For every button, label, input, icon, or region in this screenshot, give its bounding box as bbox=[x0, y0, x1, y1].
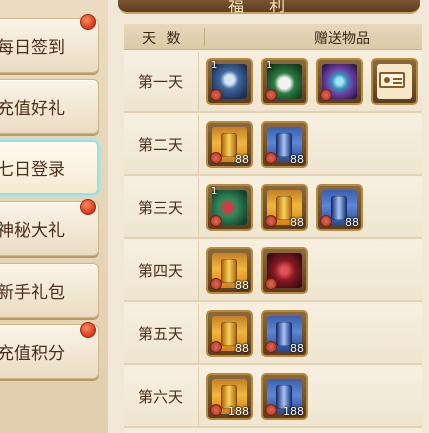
notification-badge bbox=[80, 322, 96, 338]
item-level: 1 bbox=[211, 186, 218, 197]
row-divider bbox=[198, 178, 199, 239]
gold-firework-icon[interactable]: 88 bbox=[206, 121, 253, 168]
sidebar-item-label: 充值积分 bbox=[0, 344, 65, 364]
sidebar-item-label: 每日签到 bbox=[0, 38, 65, 58]
seal-icon bbox=[210, 215, 222, 227]
sidebar-item-label: 神秘大礼 bbox=[0, 221, 65, 241]
sidebar-item-recharge-gift[interactable]: 充值好礼 bbox=[0, 79, 99, 134]
sidebar-item-newbie-pack[interactable]: 新手礼包 bbox=[0, 263, 99, 318]
sidebar-item-label: 七日登录 bbox=[0, 160, 65, 180]
gold-firework-icon[interactable]: 188 bbox=[206, 373, 253, 420]
gold-firework-icon[interactable]: 88 bbox=[206, 310, 253, 357]
gold-firework-icon[interactable]: 88 bbox=[206, 247, 253, 294]
item-quantity: 88 bbox=[235, 342, 249, 355]
day-label: 第三天 bbox=[138, 199, 184, 217]
day-label: 第一天 bbox=[138, 73, 184, 91]
seal-icon bbox=[265, 404, 277, 416]
sidebar-item-label: 充值好礼 bbox=[0, 99, 65, 119]
table-row: 第六天 188 188 bbox=[124, 367, 422, 428]
day-label: 第二天 bbox=[138, 136, 184, 154]
sidebar: 每日签到 充值好礼 七日登录 神秘大礼 新手礼包 充值积分 bbox=[0, 0, 108, 433]
header-divider bbox=[204, 28, 205, 46]
table-row: 第二天 88 88 bbox=[124, 115, 422, 176]
tiger-mount-icon[interactable]: 1 bbox=[206, 58, 253, 105]
item-level: 1 bbox=[211, 60, 218, 71]
sidebar-item-seven-day-login[interactable]: 七日登录 bbox=[0, 140, 99, 195]
header-gifts: 赠送物品 bbox=[314, 31, 370, 47]
day-label: 第五天 bbox=[138, 325, 184, 343]
table-header: 天 数 赠送物品 bbox=[124, 24, 422, 50]
table-row: 第四天 88 bbox=[124, 241, 422, 302]
seal-icon bbox=[210, 89, 222, 101]
panda-mount-icon[interactable]: 1 bbox=[261, 58, 308, 105]
item-quantity: 88 bbox=[345, 216, 359, 229]
name-card-icon[interactable] bbox=[371, 58, 418, 105]
seal-icon bbox=[265, 278, 277, 290]
table-row: 第五天 88 88 bbox=[124, 304, 422, 365]
seal-icon bbox=[265, 215, 277, 227]
item-quantity: 88 bbox=[235, 279, 249, 292]
item-quantity: 88 bbox=[235, 153, 249, 166]
seal-icon bbox=[210, 404, 222, 416]
item-quantity: 88 bbox=[290, 153, 304, 166]
seal-icon bbox=[320, 215, 332, 227]
red-dragon-icon[interactable] bbox=[261, 247, 308, 294]
table-row: 第三天 1 88 88 bbox=[124, 178, 422, 239]
item-level: 1 bbox=[266, 60, 273, 71]
seal-icon bbox=[320, 89, 332, 101]
sidebar-item-label: 新手礼包 bbox=[0, 283, 65, 303]
seal-icon bbox=[210, 152, 222, 164]
gold-firework-icon[interactable]: 88 bbox=[261, 184, 308, 231]
seal-icon bbox=[265, 341, 277, 353]
item-quantity: 88 bbox=[290, 342, 304, 355]
blue-firework-icon[interactable]: 88 bbox=[261, 310, 308, 357]
row-divider bbox=[198, 367, 199, 428]
item-quantity: 88 bbox=[290, 216, 304, 229]
row-divider bbox=[198, 115, 199, 176]
blue-firework-icon[interactable]: 188 bbox=[261, 373, 308, 420]
row-divider bbox=[198, 52, 199, 113]
blue-firework-icon[interactable]: 88 bbox=[261, 121, 308, 168]
item-quantity: 188 bbox=[228, 405, 249, 418]
row-divider bbox=[198, 304, 199, 365]
reward-table: 天 数 赠送物品 第一天 1 1 第二天 88 88 第三天 1 88 88 第… bbox=[124, 24, 422, 433]
table-row: 第一天 1 1 bbox=[124, 52, 422, 113]
green-dragon-icon[interactable]: 1 bbox=[206, 184, 253, 231]
panel-title: 福 利 bbox=[228, 0, 296, 15]
blue-firework-icon[interactable]: 88 bbox=[316, 184, 363, 231]
seal-icon bbox=[210, 341, 222, 353]
notification-badge bbox=[80, 14, 96, 30]
crest-emblem-icon[interactable] bbox=[316, 58, 363, 105]
seal-icon bbox=[265, 89, 277, 101]
day-label: 第六天 bbox=[138, 388, 184, 406]
notification-badge bbox=[80, 199, 96, 215]
item-quantity: 188 bbox=[283, 405, 304, 418]
day-label: 第四天 bbox=[138, 262, 184, 280]
seal-icon bbox=[210, 278, 222, 290]
id-card-icon bbox=[379, 72, 405, 88]
row-divider bbox=[198, 241, 199, 302]
seal-icon bbox=[265, 152, 277, 164]
header-days: 天 数 bbox=[142, 31, 184, 47]
